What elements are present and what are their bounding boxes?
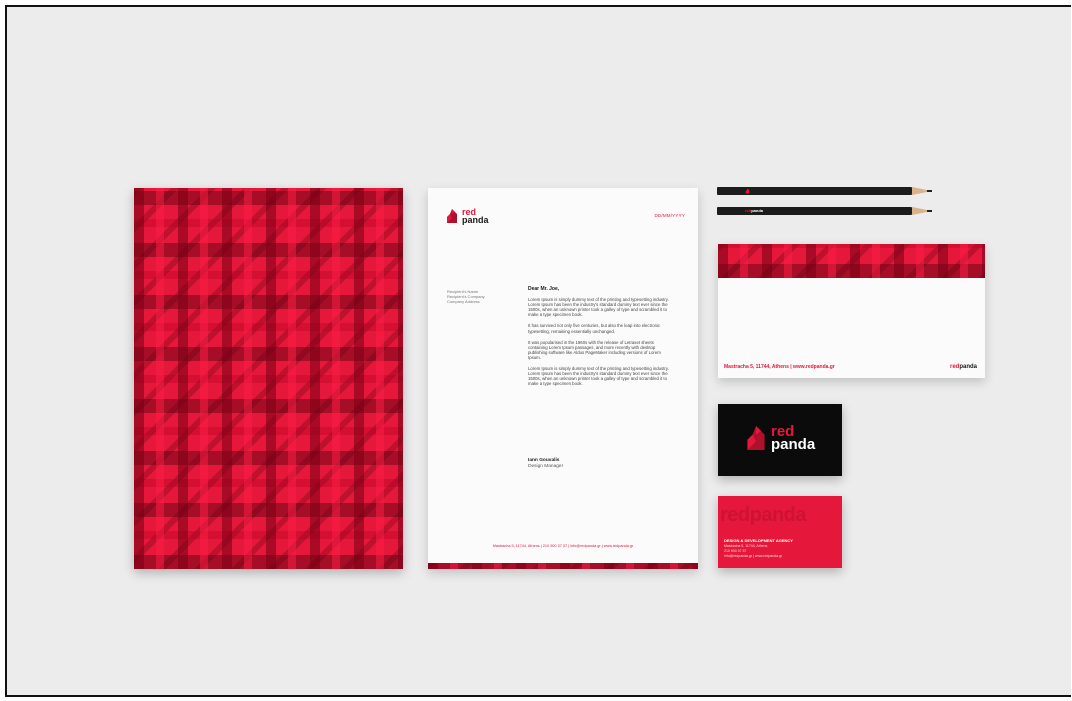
pencil-lead (927, 210, 932, 212)
letter-paragraph: It has survived not only five centuries,… (528, 323, 661, 334)
envelope-brand: redpanda (950, 364, 977, 370)
letter-pattern-strip (428, 563, 698, 569)
mockup-frame: red panda DD/MM/YYYY Recipient's Name Re… (5, 5, 1071, 697)
logo-word-panda: panda (462, 215, 489, 226)
pencil-bottom: redpanda (717, 207, 932, 215)
pencil-top (717, 187, 932, 195)
letter-body: Dear Mr. Joe, Lorem Ipsum is simply dumm… (528, 286, 674, 392)
pencil-label-panda: panda (751, 208, 764, 213)
card-ghost-wordmark: redpanda (720, 504, 807, 526)
red-panda-icon (447, 209, 457, 224)
envelope: Mastracha 5, 11744, Athens | www.redpand… (718, 244, 985, 378)
letter-paragraph: It was popularised in the 1960s with the… (528, 339, 661, 360)
letter-greeting: Dear Mr. Joe, (528, 286, 560, 292)
card-phone: 210 900 37 37 (724, 549, 747, 553)
letter-footer: Mastracha 5, 11744, Athens | 210 900 37 … (492, 544, 634, 548)
pencil-label: redpanda (745, 208, 763, 213)
letter-paragraph: Lorem Ipsum is simply dummy text of the … (528, 366, 669, 387)
signature-role: Design Manager (528, 464, 564, 469)
letterhead-logo: red panda (445, 207, 489, 226)
pencil-lead (927, 190, 932, 192)
envelope-brand-red: red (949, 364, 960, 370)
recipient-address: Company Address (447, 299, 480, 304)
envelope-address: Mastracha 5, 11744, Athens | www.redpand… (724, 364, 835, 370)
letter-date: DD/MM/YYYY (654, 213, 685, 218)
business-card-back: redpanda DESIGN & DEVELOPMENT AGENCY Mas… (718, 496, 842, 568)
card-contact: info@redpanda.gr | www.redpanda.gr (724, 554, 783, 558)
red-panda-icon (745, 188, 750, 194)
card-logo: red panda (744, 424, 815, 452)
envelope-brand-panda: panda (959, 364, 977, 370)
card-address: Mastracha 5, 11744, Athens (724, 544, 768, 548)
card-logo-word-panda: panda (771, 436, 816, 453)
letterhead-sheet: red panda DD/MM/YYYY Recipient's Name Re… (428, 188, 698, 569)
business-card-front: red panda (718, 404, 842, 476)
envelope-pattern-flap (718, 244, 985, 278)
red-panda-icon (747, 426, 765, 450)
letter-paragraph: Lorem Ipsum is simply dummy text of the … (528, 297, 669, 318)
card-title: DESIGN & DEVELOPMENT AGENCY (724, 538, 793, 543)
recipient-block: Recipient's Name Recipient's Company Com… (447, 289, 507, 304)
folder-pattern-cover (134, 188, 403, 569)
letter-signature: Iann Gouvalis Design Manager (528, 458, 563, 470)
